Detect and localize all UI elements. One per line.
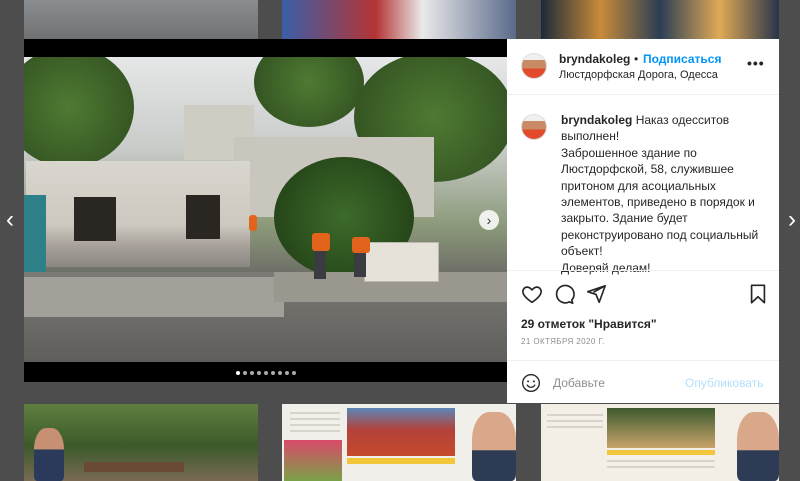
grid-thumbnail-bottom-2[interactable] <box>282 404 516 481</box>
caption-avatar[interactable] <box>521 114 547 140</box>
caption-line: закрыто. Здание будет <box>561 211 688 226</box>
post-media <box>24 39 507 382</box>
follow-button[interactable]: Подписаться <box>643 52 721 66</box>
caption-line: реконструировано под социальный <box>561 227 759 242</box>
person-photo <box>737 412 779 481</box>
carousel-dot <box>242 371 247 375</box>
caption-line: объект! <box>561 244 603 259</box>
carousel-dot <box>256 371 261 375</box>
grid-thumbnail-bottom-1[interactable] <box>24 404 258 481</box>
caption-line: Наказ одесситов <box>635 113 730 127</box>
carousel-dot <box>235 371 240 375</box>
likes-count[interactable]: 29 отметок "Нравится" <box>521 317 657 331</box>
carousel-dot <box>249 371 254 375</box>
worker <box>352 237 370 253</box>
person-photo <box>472 412 516 481</box>
heart-icon[interactable] <box>521 283 543 305</box>
caption-line: Люстдорфской, 58, служившее <box>561 162 734 177</box>
post-sidebar: bryndakoleg • Подписаться Люстдорфская Д… <box>507 39 779 403</box>
publish-button[interactable]: Опубликовать <box>685 376 763 390</box>
next-post-arrow-icon[interactable]: › <box>782 206 800 234</box>
carousel-next-button[interactable]: › <box>479 210 499 230</box>
carousel-dot <box>291 371 296 375</box>
worker <box>312 233 330 251</box>
username-link[interactable]: bryndakoleg <box>559 52 630 66</box>
post-photo[interactable] <box>24 57 507 362</box>
comment-form: Опубликовать <box>507 360 779 403</box>
post-header: bryndakoleg • Подписаться Люстдорфская Д… <box>507 39 779 95</box>
caption-line: Заброшенное здание по <box>561 145 697 160</box>
caption-username[interactable]: bryndakoleg <box>561 113 632 127</box>
carousel-dot <box>270 371 275 375</box>
grid-thumbnail-top-3[interactable] <box>541 0 779 39</box>
carousel-indicator <box>24 371 507 375</box>
location-link[interactable]: Люстдорфская Дорога, Одесса <box>559 69 718 81</box>
brick-pallet <box>364 242 439 282</box>
action-bar <box>507 270 779 310</box>
bookmark-icon[interactable] <box>747 283 769 305</box>
person-photo <box>34 428 64 481</box>
carousel-dot <box>277 371 282 375</box>
post-caption: bryndakoleg Наказ одесситов выполнен! За… <box>561 112 769 276</box>
more-options-icon[interactable]: ••• <box>747 55 765 71</box>
comment-icon[interactable] <box>553 283 575 305</box>
comment-input[interactable] <box>553 373 683 393</box>
bench <box>84 462 184 472</box>
carousel-dot <box>263 371 268 375</box>
avatar[interactable] <box>521 53 547 79</box>
grid-thumbnail-bottom-3[interactable] <box>541 404 779 481</box>
post-date: 21 ОКТЯБРЯ 2020 Г. <box>521 337 605 346</box>
share-icon[interactable] <box>585 283 607 305</box>
grid-thumbnail-top-1[interactable] <box>24 0 258 39</box>
emoji-icon[interactable] <box>521 373 541 393</box>
carousel-dot <box>284 371 289 375</box>
caption-line: притоном для асоциальных <box>561 178 716 193</box>
caption-line: элементов, приведено в порядок и <box>561 195 755 210</box>
caption-line: выполнен! <box>561 129 620 144</box>
separator-dot: • <box>634 52 639 66</box>
previous-post-arrow-icon[interactable]: ‹ <box>0 206 20 234</box>
grid-thumbnail-top-2[interactable] <box>282 0 516 39</box>
